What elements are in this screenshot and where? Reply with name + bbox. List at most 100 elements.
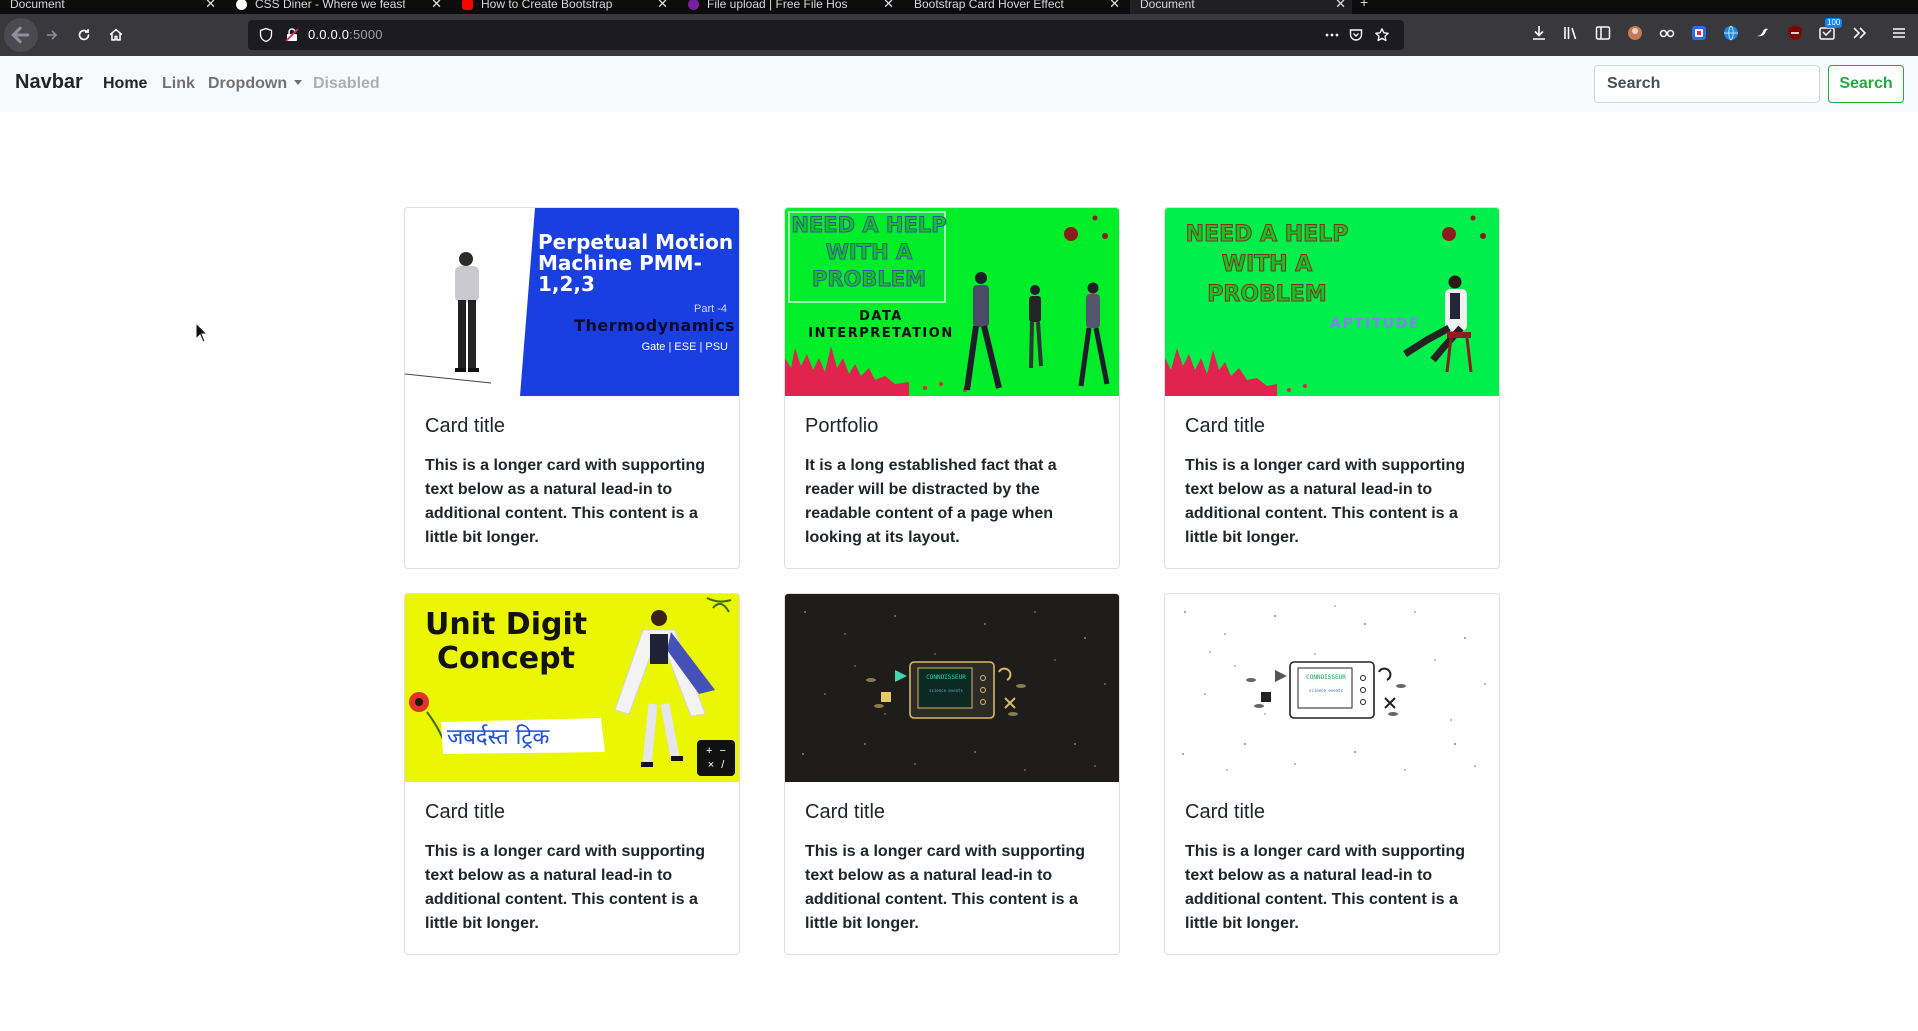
extension-badge-icon[interactable]: 100 [1818,18,1843,42]
image-headline-line: PROBLEM [1207,282,1327,308]
nav-dropdown-label: Dropdown [208,75,288,92]
image-screen-sub: science events [929,688,963,693]
reload-icon [78,29,90,41]
card-title: Card title [425,415,506,437]
image-headline-line: PROBLEM [811,267,927,292]
tab-label: How to Create Bootstrap [481,0,613,11]
image-headline-line: WITH A [1221,252,1313,278]
card-title: Card title [425,801,506,823]
close-icon[interactable]: ✕ [1109,0,1120,12]
back-button[interactable] [4,18,38,52]
image-screen-title: CONNOISSEUR [1306,674,1346,681]
tab-label: Bootstrap Card Hover Effect [914,0,1064,11]
extension-badge-count: 100 [1825,18,1843,28]
image-headline-line: Unit Digit [425,607,588,642]
card[interactable]: Unit Digit Concept जबर्दस्त ट्रिक + − × … [404,593,740,955]
url-text[interactable]: 0.0.0.0:5000 [308,27,383,42]
card-title: Card title [1185,415,1266,437]
forward-arrow-icon [46,30,58,40]
close-icon[interactable]: ✕ [1335,0,1346,12]
home-button[interactable] [102,22,130,48]
extension-avatar-icon[interactable] [1626,24,1644,42]
extension-ublock-icon[interactable] [1786,24,1804,42]
tab-label: Document [1140,0,1195,11]
insecure-lock-icon[interactable] [284,27,300,43]
card[interactable]: NEED A HELP WITH A PROBLEM DATA INTERPRE… [784,207,1120,569]
extension-glasses-icon[interactable] [1658,24,1676,42]
forward-button[interactable] [38,22,66,48]
card-title: Portfolio [805,415,879,437]
close-icon[interactable]: ✕ [883,0,894,12]
mouse-cursor-icon [195,322,209,343]
pocket-icon[interactable] [1348,27,1364,43]
image-headline: NEED A HELP WITH A PROBLEM [1167,220,1367,310]
card-image: CONNOISSEUR science events [785,594,1119,782]
card-text: This is a longer card with supporting te… [805,843,1086,932]
image-headline-line: Perpetual Motion [538,230,734,254]
card[interactable]: CONNOISSEUR science events Card title Th… [1164,593,1500,955]
browser-tab[interactable]: File upload | Free File Hos ✕ [678,0,900,14]
browser-tab-strip: Document ✕ CSS Diner - Where we feast ✕ … [0,0,1918,14]
shield-icon[interactable] [258,27,274,43]
close-icon[interactable]: ✕ [431,0,442,12]
url-host: 0.0.0.0 [308,27,350,42]
hamburger-menu-icon[interactable] [1890,24,1908,42]
bookmark-star-icon[interactable] [1374,27,1390,43]
url-port: :5000 [349,27,383,42]
card[interactable]: CONNOISSEUR science events Card title Th… [784,593,1120,955]
tab-label: Document [10,0,65,11]
image-part-label: Part -4 [693,303,727,315]
card[interactable]: NEED A HELP WITH A PROBLEM APTITUDE Card… [1164,207,1500,569]
search-input[interactable] [1594,65,1820,103]
home-icon [109,28,123,41]
nav-dropdown-toggle[interactable]: Dropdown [208,75,303,93]
library-icon[interactable] [1562,24,1580,42]
browser-tab-active[interactable]: Document ✕ [1130,0,1352,14]
extension-container-icon[interactable] [1690,24,1708,42]
close-icon[interactable]: ✕ [657,0,668,12]
site-navbar: Navbar Home Link Dropdown Disabled Searc… [0,56,1918,112]
card-image: CONNOISSEUR science events [1165,594,1499,782]
card-text: It is a long established fact that a rea… [805,457,1057,546]
image-exam-label: Gate | ESE | PSU [641,341,728,353]
search-button[interactable]: Search [1828,65,1904,103]
image-screen-sub: science events [1309,688,1343,693]
image-topic: APTITUDE [1330,316,1420,332]
download-icon[interactable] [1530,24,1548,42]
sidebar-icon[interactable] [1594,24,1612,42]
card-text: This is a longer card with supporting te… [425,843,706,932]
image-topic-line: INTERPRETATION [808,326,954,341]
reload-button[interactable] [70,22,98,48]
tab-label: File upload | Free File Hos [707,0,848,11]
url-bar[interactable]: 0.0.0.0:5000 [248,20,1404,50]
extension-bird-icon[interactable] [1754,24,1772,42]
image-headline-line: Machine PMM- [538,251,702,275]
image-headline-line: NEED A HELP [791,213,947,238]
navbar-brand[interactable]: Navbar [15,71,83,94]
image-headline-line: 1,2,3 [538,272,595,296]
card-text: This is a longer card with supporting te… [1185,457,1466,546]
card[interactable]: Perpetual Motion Machine PMM- 1,2,3 Part… [404,207,740,569]
extension-globe-icon[interactable] [1722,24,1740,42]
browser-tab[interactable]: Document ✕ [0,0,222,14]
overflow-chevron-icon[interactable] [1850,24,1868,42]
image-subject-label: Thermodynamics [574,316,735,335]
tab-label: CSS Diner - Where we feast [255,0,405,11]
new-tab-icon[interactable]: + [1360,0,1368,10]
nav-link-home[interactable]: Home [103,75,147,93]
image-headline-line: WITH A [825,240,913,265]
card-image: Unit Digit Concept जबर्दस्त ट्रिक + − × … [405,594,739,782]
browser-tab[interactable]: Bootstrap Card Hover Effect ✕ [904,0,1126,14]
browser-tab[interactable]: How to Create Bootstrap ✕ [452,0,674,14]
card-text: This is a longer card with supporting te… [425,457,706,546]
image-headline: Unit Digit Concept [425,608,587,676]
browser-tab[interactable]: CSS Diner - Where we feast ✕ [226,0,448,14]
browser-toolbar: 0.0.0.0:5000 100 [0,14,1918,56]
image-calculator-keys: + − × / [706,745,726,771]
close-icon[interactable]: ✕ [205,0,216,12]
card-text: This is a longer card with supporting te… [1185,843,1466,932]
card-image: NEED A HELP WITH A PROBLEM APTITUDE [1165,208,1499,396]
more-actions-icon[interactable] [1324,27,1340,43]
youtube-icon [462,0,473,10]
nav-link-link[interactable]: Link [162,75,195,93]
